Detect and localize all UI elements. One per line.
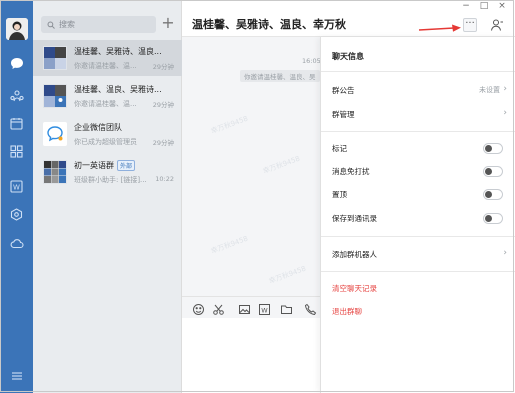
clear-history-label: 清空聊天记录 — [332, 284, 377, 293]
conversation-time: 29分钟 — [152, 63, 174, 71]
cloud-icon[interactable] — [8, 235, 25, 252]
manage-label: 群管理 — [332, 110, 355, 119]
conversation-name: 初一英语群 — [74, 161, 114, 170]
phone-icon[interactable] — [304, 301, 317, 316]
pin-toggle[interactable] — [483, 189, 503, 200]
doc-icon[interactable]: W — [8, 178, 25, 195]
divider — [321, 131, 515, 132]
save-contacts-toggle[interactable] — [483, 213, 503, 224]
conversation-preview: 你邀请温桂馨、温... — [74, 62, 137, 70]
mute-toggle[interactable] — [483, 166, 503, 177]
group-avatar — [43, 46, 67, 70]
conversation-item[interactable]: 初一英语群 外部 班级群小助手: [链接]... 10:22 — [33, 154, 182, 190]
chat-icon[interactable] — [8, 55, 25, 72]
toggle-knob — [485, 191, 492, 198]
add-bot-label: 添加群机器人 — [332, 250, 377, 259]
save-contacts-row: 保存到通讯录 — [321, 210, 515, 228]
conversation-time: 29分钟 — [152, 101, 174, 109]
divider — [321, 236, 515, 237]
external-tag: 外部 — [117, 160, 136, 171]
conversation-preview: 你邀请温桂馨、温... — [74, 100, 137, 108]
maximize-button[interactable]: □ — [476, 0, 492, 12]
conversation-preview: 班级群小助手: [链接]... — [74, 176, 147, 184]
add-member-icon[interactable] — [490, 17, 504, 31]
conversation-time: 10:22 — [155, 175, 174, 183]
pin-row: 置顶 — [321, 186, 515, 204]
emoji-icon[interactable] — [192, 301, 205, 315]
clear-history-row[interactable]: 清空聊天记录 — [321, 280, 515, 298]
mute-label: 消息免打扰 — [332, 167, 370, 176]
chevron-right-icon: › — [503, 108, 507, 118]
svg-text:W: W — [261, 306, 268, 314]
system-message: 你邀请温桂馨、温良、吴 — [240, 70, 320, 82]
more-options-button[interactable]: ··· — [463, 18, 477, 32]
add-button[interactable]: + — [159, 14, 177, 32]
panel-title: 聊天信息 — [332, 52, 364, 61]
watermark: 幸万秋9458 — [209, 234, 250, 256]
conversation-name: 温桂馨、温良、吴雅诗... — [74, 85, 162, 94]
mark-label: 标记 — [332, 144, 347, 153]
calendar-icon[interactable] — [8, 115, 25, 132]
toggle-knob — [485, 168, 492, 175]
search-placeholder: 搜索 — [59, 20, 75, 29]
message-timestamp: 16:05 — [302, 57, 321, 65]
group-avatar — [43, 160, 67, 184]
folder-icon[interactable] — [280, 301, 293, 314]
apps-icon[interactable] — [8, 143, 25, 160]
contacts-icon[interactable] — [8, 87, 25, 104]
toggle-knob — [485, 145, 492, 152]
left-rail: W — [0, 0, 33, 393]
minimize-button[interactable]: − — [458, 0, 474, 12]
conversation-preview: 你已成为超级管理员 — [74, 138, 137, 146]
divider — [321, 71, 515, 72]
wecom-window: W 搜索 + 温桂馨、吴雅诗、温良... 你邀请温桂馨、温... 29分钟 温桂… — [0, 0, 515, 393]
conversation-name: 温桂馨、吴雅诗、温良... — [74, 47, 162, 56]
scissors-icon[interactable] — [212, 301, 225, 315]
search-input[interactable]: 搜索 — [41, 16, 156, 33]
conversation-name-line: 初一英语群 外部 — [74, 160, 136, 171]
chat-title: 温桂馨、吴雅诗、温良、幸万秋 — [192, 18, 346, 31]
announcement-label: 群公告 — [332, 86, 355, 95]
conversation-item[interactable]: 温桂馨、温良、吴雅诗... 你邀请温桂馨、温... 29分钟 — [33, 78, 182, 114]
group-avatar — [43, 84, 67, 108]
chat-info-panel: 聊天信息 群公告 未设置 › 群管理 › 标记 消息免打扰 置顶 保存到通讯录 — [320, 37, 515, 393]
user-avatar[interactable] — [6, 18, 28, 40]
chevron-right-icon: › — [503, 248, 507, 258]
conversation-time: 29分钟 — [152, 139, 174, 147]
watermark: 幸万秋9458 — [209, 114, 250, 136]
mute-row: 消息免打扰 — [321, 163, 515, 181]
pin-label: 置顶 — [332, 190, 347, 199]
mark-row: 标记 — [321, 140, 515, 158]
conversation-list: 搜索 + 温桂馨、吴雅诗、温良... 你邀请温桂馨、温... 29分钟 温桂馨、… — [33, 0, 182, 393]
watermark: 幸万秋9458 — [267, 264, 308, 286]
conversation-item[interactable]: 温桂馨、吴雅诗、温良... 你邀请温桂馨、温... 29分钟 — [33, 40, 182, 76]
svg-text:W: W — [13, 184, 20, 192]
red-arrow-annotation — [418, 24, 461, 32]
conversation-name: 企业微信团队 — [74, 123, 122, 132]
exit-group-label: 退出群聊 — [332, 307, 362, 316]
announcement-value: 未设置 — [479, 86, 500, 94]
image-icon[interactable] — [238, 301, 251, 314]
chevron-right-icon: › — [503, 84, 507, 94]
add-bot-row[interactable]: 添加群机器人 › — [321, 246, 515, 264]
cube-icon[interactable] — [8, 206, 25, 223]
close-button[interactable]: × — [494, 0, 510, 12]
menu-icon[interactable] — [8, 367, 25, 384]
toggle-knob — [485, 215, 492, 222]
conversation-item[interactable]: 企业微信团队 你已成为超级管理员 29分钟 — [33, 116, 182, 152]
divider — [321, 271, 515, 272]
save-contacts-label: 保存到通讯录 — [332, 214, 377, 223]
manage-row[interactable]: 群管理 › — [321, 106, 515, 124]
word-doc-icon[interactable]: W — [258, 301, 271, 315]
chat-header: 温桂馨、吴雅诗、温良、幸万秋 − □ × ··· — [182, 0, 515, 37]
wecom-team-icon — [43, 122, 67, 146]
exit-group-row[interactable]: 退出群聊 — [321, 303, 515, 321]
search-icon — [47, 21, 55, 29]
watermark: 幸万秋9458 — [261, 154, 302, 176]
mark-toggle[interactable] — [483, 143, 503, 154]
announcement-row[interactable]: 群公告 未设置 › — [321, 82, 515, 100]
